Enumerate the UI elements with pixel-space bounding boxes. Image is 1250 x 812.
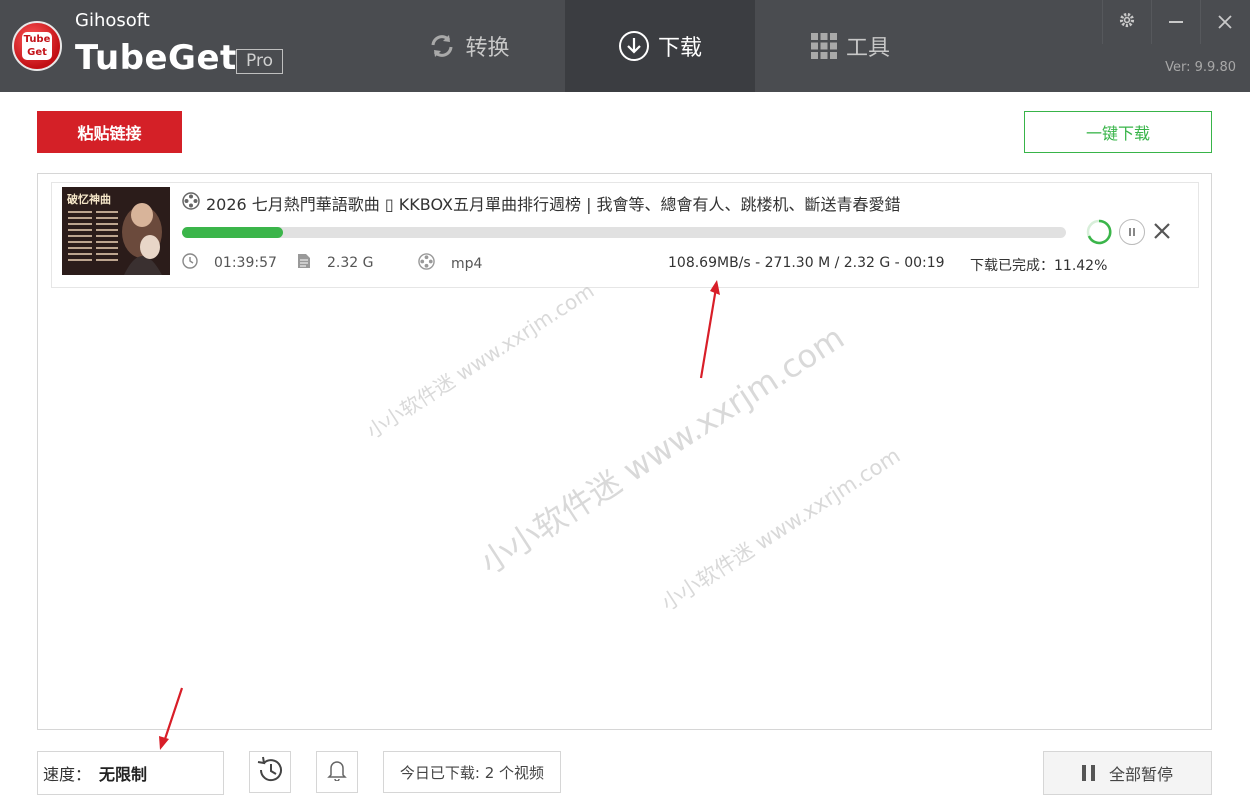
- tab-tools[interactable]: 工具: [755, 0, 945, 92]
- format-value: mp4: [451, 255, 483, 272]
- today-downloaded-count: 今日已下载: 2 个视频: [383, 751, 561, 793]
- tab-download[interactable]: 下载: [565, 0, 755, 92]
- speed-label: 速度：: [43, 765, 92, 784]
- vendor-name: Gihosoft: [75, 10, 150, 31]
- pause-all-label: 全部暂停: [1108, 765, 1173, 784]
- format-meta: mp4: [418, 253, 482, 274]
- pause-item-button[interactable]: [1119, 219, 1145, 245]
- version-label: Ver: 9.9.80: [1165, 60, 1236, 75]
- speed-progress-info: 108.69MB/s - 271.30 M / 2.32 G - 00:19: [668, 255, 945, 271]
- video-title-text: 2026 七月熱門華語歌曲 ▯ KKBOX五月單曲排行週榜 | 我會等、總會有人…: [206, 195, 901, 214]
- close-window-button[interactable]: [1200, 0, 1248, 44]
- tab-convert-label: 转换: [465, 36, 510, 61]
- edition-badge: Pro: [236, 49, 283, 74]
- minimize-icon: [1168, 21, 1183, 23]
- size-value: 2.32 G: [327, 255, 374, 271]
- speed-value: 无限制: [99, 765, 148, 784]
- history-icon: [255, 755, 285, 789]
- thumbnail-caption: 破忆神曲: [67, 193, 111, 206]
- close-icon: [1153, 217, 1171, 247]
- paste-link-button[interactable]: 粘贴链接: [37, 111, 182, 153]
- logo-badge: Tube Get: [22, 32, 52, 60]
- video-thumbnail: 破忆神曲: [62, 187, 170, 275]
- duration-value: 01:39:57: [214, 255, 277, 271]
- download-progress-bar: [182, 227, 1066, 238]
- minimize-button[interactable]: [1151, 0, 1199, 44]
- tab-convert[interactable]: 转换: [372, 0, 565, 92]
- duration-meta: 01:39:57: [182, 253, 277, 273]
- gear-icon: [1118, 10, 1136, 35]
- file-icon: [297, 253, 311, 273]
- loading-spinner-icon: [1086, 219, 1112, 245]
- download-item[interactable]: 破忆神曲 2026 七月熱門華語歌曲 ▯ KKBOX五月單曲排行週榜 | 我會等…: [51, 182, 1199, 288]
- remove-item-button[interactable]: [1153, 217, 1171, 246]
- settings-button[interactable]: [1102, 0, 1150, 44]
- pause-all-button[interactable]: 全部暂停: [1043, 751, 1212, 795]
- video-title: 2026 七月熱門華語歌曲 ▯ KKBOX五月單曲排行週榜 | 我會等、總會有人…: [182, 191, 932, 215]
- app-logo: Tube Get: [12, 21, 62, 71]
- completion-status: 下载已完成：11.42%: [970, 258, 1108, 274]
- progress-fill: [182, 227, 283, 238]
- download-list: 破忆神曲 2026 七月熱門華語歌曲 ▯ KKBOX五月單曲排行週榜 | 我會等…: [37, 173, 1212, 730]
- history-button[interactable]: [249, 751, 291, 793]
- one-click-download-button[interactable]: 一键下载: [1024, 111, 1212, 153]
- grid-icon: [810, 32, 838, 60]
- pause-icon: [1081, 765, 1095, 781]
- download-icon: [618, 30, 650, 62]
- tab-download-label: 下载: [657, 36, 702, 61]
- refresh-icon: [427, 31, 457, 61]
- size-meta: 2.32 G: [297, 253, 373, 273]
- film-reel-icon: [418, 253, 435, 274]
- title-bar: Tube Get Gihosoft TubeGet Pro 转换 下载 工具 V…: [0, 0, 1250, 92]
- pause-icon: [1129, 228, 1135, 236]
- app-name: TubeGet: [75, 38, 237, 78]
- speed-limit-selector[interactable]: 速度： 无限制: [37, 751, 224, 795]
- logo-text-top: Tube: [23, 34, 51, 45]
- notifications-button[interactable]: [316, 751, 358, 793]
- film-reel-icon: [182, 192, 200, 214]
- bell-icon: [327, 759, 347, 785]
- tab-tools-label: 工具: [845, 36, 890, 61]
- logo-text-bottom: Get: [27, 47, 47, 58]
- close-icon: [1217, 10, 1232, 35]
- clock-icon: [182, 253, 198, 273]
